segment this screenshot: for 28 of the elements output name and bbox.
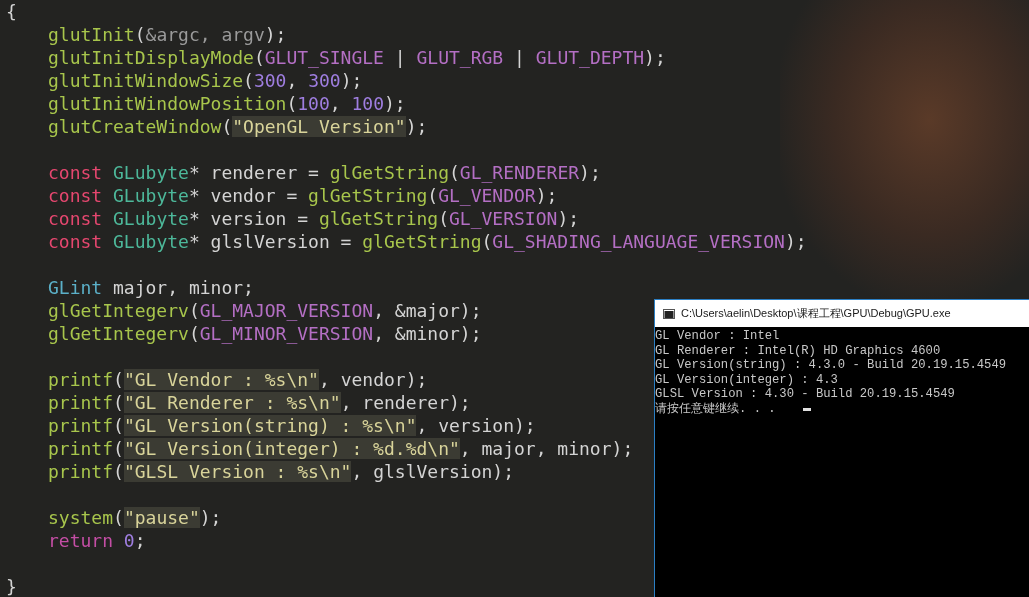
code-line: glutInitWindowSize(300, 300); [48,69,363,92]
code-line: glutInitDisplayMode(GLUT_SINGLE | GLUT_RGB | GLUT_DEPTH); [48,46,666,69]
code-line: glutCreateWindow("OpenGL Version"); [48,115,428,138]
code-line: glGetIntegerv(GL_MAJOR_VERSION, &major); [48,299,482,322]
code-line: glGetIntegerv(GL_MINOR_VERSION, &minor); [48,322,482,345]
code-line: glutInit(&argc, argv); [48,23,287,46]
code-line: return 0; [48,529,146,552]
code-line: system("pause"); [48,506,222,529]
code-line: const GLubyte* vendor = glGetString(GL_VENDOR); [48,184,558,207]
text-cursor [803,408,811,411]
code-line: const GLubyte* renderer = glGetString(GL_RENDERER); [48,161,601,184]
console-app-icon [663,308,675,319]
console-title: C:\Users\aelin\Desktop\课程工程\GPU\Debug\GPU.exe [681,306,951,321]
code-line: { [6,0,17,23]
console-output-line: GL Renderer : Intel(R) HD Graphics 4600 [655,343,941,358]
code-line: printf("GL Vendor : %s\n", vendor); [48,368,428,391]
console-output-line: GL Version(integer) : 4.3 [655,372,838,387]
code-line: const GLubyte* glslVersion = glGetString(GL_SHADING_LANGUAGE_VERSION); [48,230,807,253]
code-line: const GLubyte* version = glGetString(GL_VERSION); [48,207,580,230]
code-line: printf("GL Renderer : %s\n", renderer); [48,391,471,414]
code-line: } [6,575,17,597]
console-output-line: GL Vendor : Intel [655,329,780,344]
code-line: printf("GLSL Version : %s\n", glslVersion); [48,460,514,483]
code-line: GLint major, minor; [48,276,254,299]
console-output-line: GL Version(string) : 4.3.0 - Build 20.19.15.4549 [655,358,1007,373]
code-line: glutInitWindowPosition(100, 100); [48,92,406,115]
console-output-line: 请按任意键继续. . . [655,401,776,416]
console-output-line: GLSL Version : 4.30 - Build 20.19.15.4549 [655,387,955,402]
